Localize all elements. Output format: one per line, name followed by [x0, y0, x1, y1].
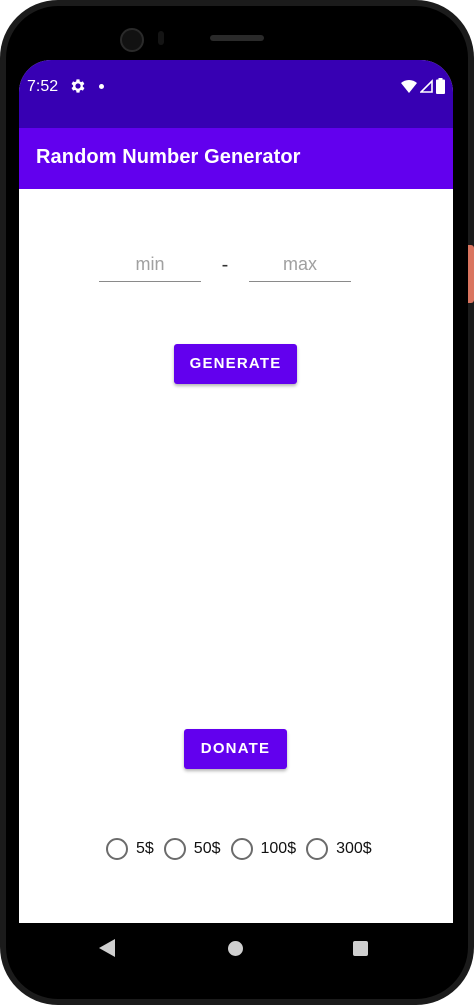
app-title: Random Number Generator [36, 146, 301, 168]
radio-300[interactable]: 300$ [306, 838, 372, 860]
generate-button[interactable]: GENERATE [174, 344, 297, 384]
back-icon[interactable] [99, 939, 115, 957]
radio-label: 50$ [193, 840, 221, 857]
radio-50[interactable]: 50$ [163, 838, 221, 860]
radio-label: 100$ [260, 840, 297, 857]
status-indicators [401, 78, 445, 94]
max-input[interactable] [249, 248, 351, 282]
radio-button-icon[interactable] [306, 838, 329, 860]
radio-button-icon[interactable] [106, 838, 128, 860]
battery-icon [436, 78, 445, 94]
radio-button-icon[interactable] [163, 838, 186, 860]
radio-button-icon[interactable] [230, 838, 253, 860]
camera-sensor [158, 31, 164, 45]
status-time: 7:52 [27, 78, 59, 95]
min-input[interactable] [99, 248, 201, 282]
radio-label: 5$ [136, 840, 154, 857]
signal-icon [420, 79, 433, 93]
donate-amount-group: 5$ 50$ 100$ 300$ [106, 837, 382, 861]
notification-dot-icon [99, 84, 104, 89]
earpiece-speaker [210, 35, 264, 41]
power-button [468, 245, 474, 303]
app-bar: Random Number Generator [19, 128, 453, 189]
navigation-bar [19, 923, 453, 975]
wifi-icon [401, 79, 417, 93]
status-bar: 7:52 [19, 60, 453, 128]
gear-icon [71, 79, 85, 93]
radio-label: 300$ [336, 840, 372, 857]
home-icon[interactable] [228, 941, 243, 956]
range-separator: - [221, 254, 229, 276]
radio-5[interactable]: 5$ [106, 838, 154, 860]
screen: 7:52 Random Number Generator - GENERATE … [19, 60, 453, 923]
recents-icon[interactable] [353, 941, 368, 956]
radio-100[interactable]: 100$ [230, 838, 297, 860]
donate-button[interactable]: DONATE [184, 729, 287, 769]
front-camera [120, 28, 144, 52]
